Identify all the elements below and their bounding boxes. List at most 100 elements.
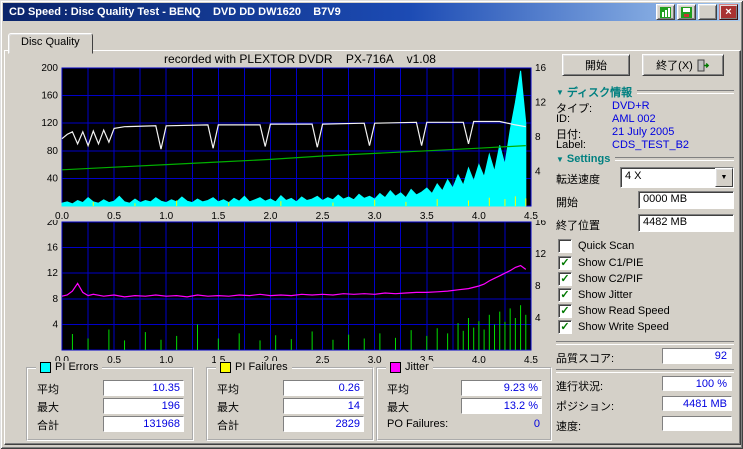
- settings-header-label: Settings: [567, 153, 610, 165]
- divider: [556, 369, 734, 373]
- pi-failures-group: PI Failures 平均 0.26 最大 14 合計 2829: [206, 367, 374, 441]
- checkbox-box[interactable]: ✓: [558, 256, 572, 270]
- svg-text:12: 12: [535, 249, 547, 260]
- pi-errors-swatch-icon: [40, 362, 51, 373]
- start-position-input[interactable]: 0000 MB: [638, 191, 734, 209]
- svg-text:8: 8: [535, 132, 541, 143]
- svg-text:200: 200: [41, 63, 58, 74]
- po-failures-value: 0: [534, 418, 540, 430]
- titlebar-graph-icon-button[interactable]: [656, 4, 675, 20]
- check-icon: ✓: [560, 258, 569, 268]
- titlebar-save-icon-button[interactable]: [677, 4, 696, 20]
- position-label: ポジション:: [556, 398, 614, 414]
- checkbox-show-read-speed[interactable]: ✓ Show Read Speed: [558, 304, 670, 318]
- transfer-speed-select[interactable]: 4 X ▼: [620, 167, 734, 188]
- svg-text:40: 40: [47, 173, 59, 184]
- checkbox-show-jitter[interactable]: ✓ Show Jitter: [558, 288, 632, 302]
- app-window: CD Speed : Disc Quality Test - BENQ DVD …: [0, 0, 743, 449]
- chevron-down-icon[interactable]: ▼: [715, 168, 733, 187]
- checkbox-label: Show C1/PIE: [578, 257, 643, 269]
- disc-date-value: 21 July 2005: [612, 126, 674, 138]
- checkbox-show-c2-pif[interactable]: ✓ Show C2/PIF: [558, 272, 643, 286]
- start-button[interactable]: 開始: [562, 54, 630, 76]
- po-failures-label: PO Failures:: [387, 418, 448, 430]
- check-icon: ✓: [560, 322, 569, 332]
- svg-text:4.5: 4.5: [524, 355, 538, 366]
- position-value: 4481 MB: [662, 396, 732, 411]
- maximum-label: 最大: [387, 399, 409, 415]
- checkbox-show-write-speed[interactable]: ✓ Show Write Speed: [558, 320, 669, 334]
- end-position-label: 終了位置: [556, 217, 600, 233]
- checkbox-label: Show Read Speed: [578, 305, 670, 317]
- close-button[interactable]: ×: [719, 4, 738, 20]
- tab-label: Disc Quality: [21, 36, 80, 48]
- jitter-swatch-icon: [390, 362, 401, 373]
- disc-info-header[interactable]: ▼ ディスク情報: [556, 84, 734, 100]
- checkbox-box[interactable]: ✓: [558, 304, 572, 318]
- pi-errors-title-label: PI Errors: [55, 361, 98, 373]
- titlebar[interactable]: CD Speed : Disc Quality Test - BENQ DVD …: [3, 3, 740, 21]
- stat-row: 合計 131968: [28, 416, 192, 432]
- svg-text:4: 4: [535, 167, 541, 178]
- checkbox-box[interactable]: [558, 239, 572, 253]
- pi-failures-total-value: 2829: [283, 416, 364, 432]
- svg-text:0.5: 0.5: [107, 355, 121, 366]
- average-label: 平均: [217, 381, 239, 397]
- pi-errors-chart: 40801201602004812160.00.51.01.52.02.53.0…: [8, 62, 548, 222]
- svg-text:16: 16: [535, 220, 547, 228]
- settings-header[interactable]: ▼ Settings: [556, 153, 734, 165]
- minimize-button[interactable]: [698, 4, 717, 20]
- checkbox-quick-scan[interactable]: Quick Scan: [558, 239, 634, 253]
- maximum-label: 最大: [37, 399, 59, 415]
- disc-label-value: CDS_TEST_B2: [612, 139, 689, 151]
- svg-text:4: 4: [535, 313, 541, 324]
- transfer-speed-value: 4 X: [621, 168, 715, 187]
- tab-disc-quality[interactable]: Disc Quality: [8, 33, 93, 54]
- svg-text:8: 8: [535, 281, 541, 292]
- window-title: CD Speed : Disc Quality Test - BENQ DVD …: [5, 6, 654, 18]
- checkbox-box[interactable]: ✓: [558, 288, 572, 302]
- total-label: 合計: [217, 417, 239, 433]
- svg-text:2.5: 2.5: [316, 355, 330, 366]
- checkbox-label: Show Write Speed: [578, 321, 669, 333]
- total-label: 合計: [37, 417, 59, 433]
- quality-score-value: 92: [662, 348, 732, 364]
- jitter-chart: 481216204812160.00.51.01.52.02.53.03.54.…: [8, 220, 548, 368]
- header-divider: [615, 157, 734, 161]
- svg-text:160: 160: [41, 91, 58, 102]
- maximum-label: 最大: [217, 399, 239, 415]
- checkbox-box[interactable]: ✓: [558, 272, 572, 286]
- checkbox-show-c1-pie[interactable]: ✓ Show C1/PIE: [558, 256, 643, 270]
- svg-text:16: 16: [535, 63, 547, 74]
- start-button-label: 開始: [585, 57, 607, 73]
- svg-text:80: 80: [47, 146, 59, 157]
- svg-text:1.0: 1.0: [159, 355, 173, 366]
- exit-button-label: 終了(X): [656, 57, 693, 73]
- svg-text:4: 4: [52, 319, 58, 330]
- speed-value: [662, 416, 732, 431]
- stat-row: 平均 10.35: [28, 380, 192, 396]
- speed-label: 速度:: [556, 418, 581, 434]
- disc-label-label: Label:: [556, 139, 586, 151]
- exit-button[interactable]: 終了(X): [642, 54, 724, 76]
- pi-errors-group: PI Errors 平均 10.35 最大 196 合計 131968: [26, 367, 194, 441]
- pi-failures-title-label: PI Failures: [235, 361, 288, 373]
- checkbox-label: Show Jitter: [578, 289, 632, 301]
- progress-label: 進行状況:: [556, 378, 603, 394]
- disc-info-header-label: ディスク情報: [567, 84, 632, 100]
- stat-row: 平均 9.23 %: [378, 380, 550, 396]
- pi-errors-group-title: PI Errors: [36, 361, 102, 373]
- stat-row: 合計 2829: [208, 416, 372, 432]
- end-position-input[interactable]: 4482 MB: [638, 214, 734, 232]
- checkbox-box[interactable]: ✓: [558, 320, 572, 334]
- checkbox-label: Show C2/PIF: [578, 273, 643, 285]
- jitter-maximum-value: 13.2 %: [461, 398, 542, 414]
- save-icon: [681, 7, 692, 18]
- average-label: 平均: [387, 381, 409, 397]
- pi-failures-average-value: 0.26: [283, 380, 364, 396]
- jitter-group: Jitter 平均 9.23 % 最大 13.2 % PO Failures: …: [376, 367, 552, 441]
- svg-text:12: 12: [47, 268, 59, 279]
- header-divider: [637, 90, 734, 94]
- close-icon: ×: [725, 7, 731, 17]
- stat-row: 最大 13.2 %: [378, 398, 550, 414]
